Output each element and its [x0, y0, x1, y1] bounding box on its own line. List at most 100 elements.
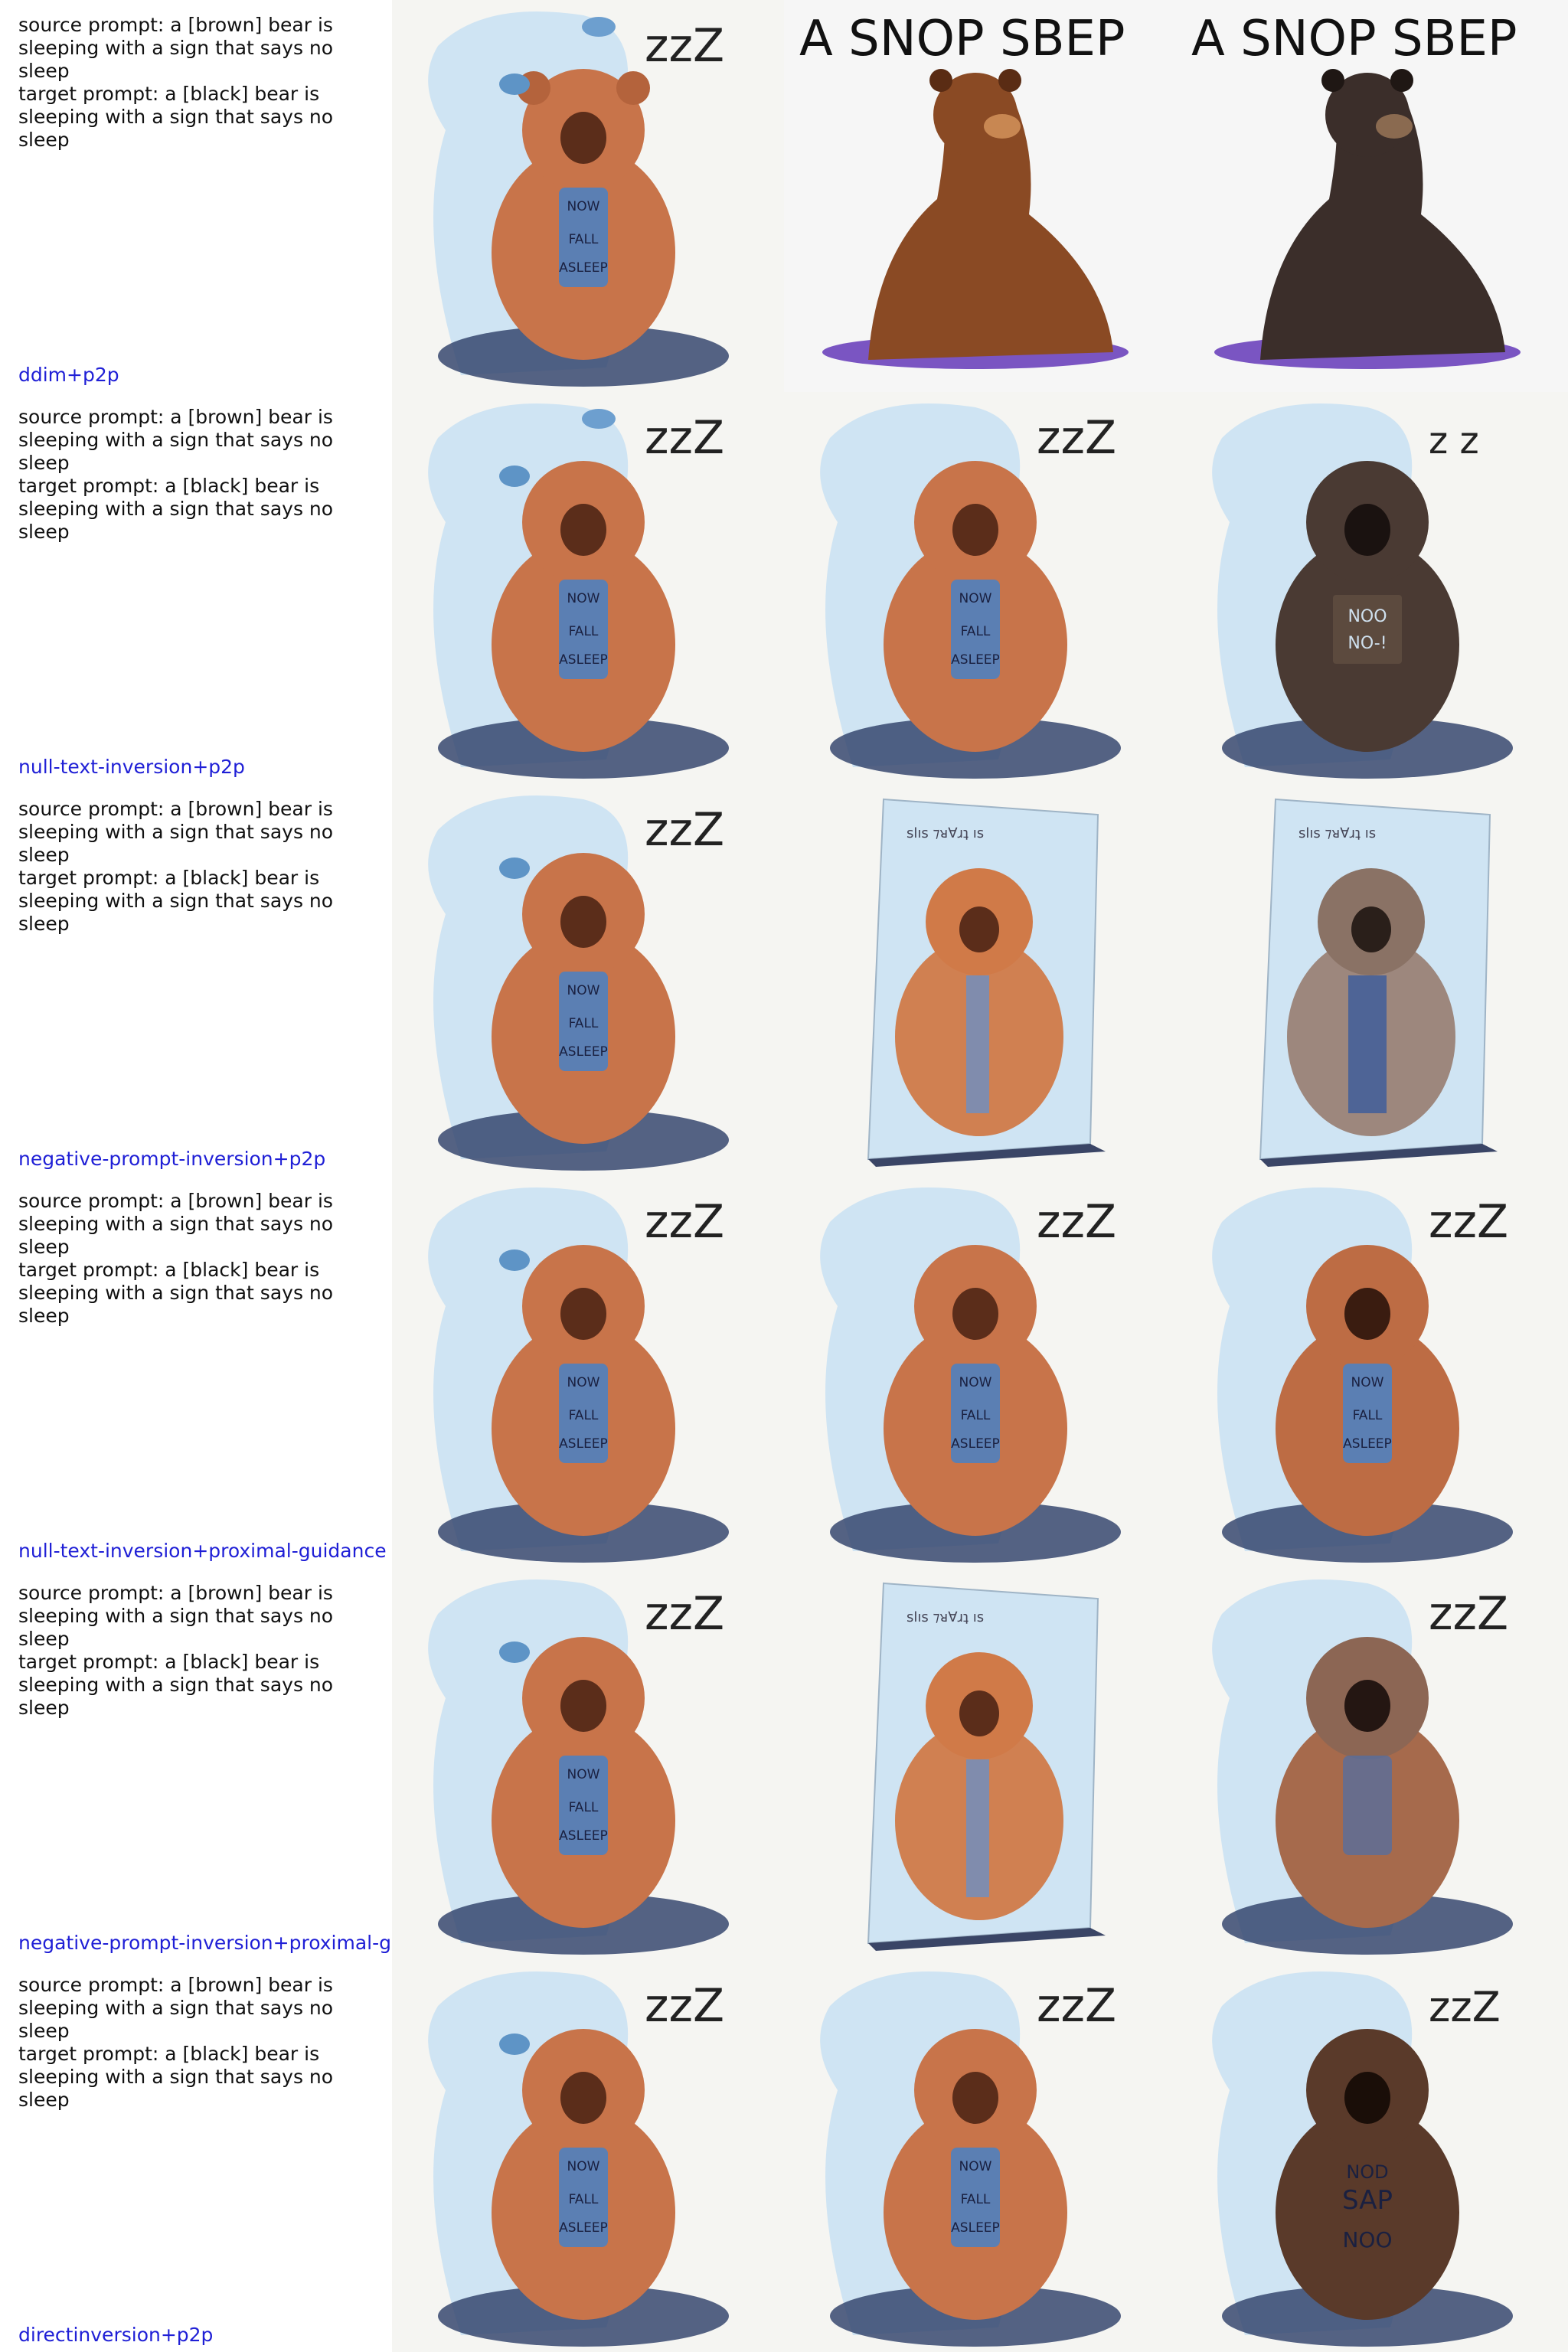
comparison-grid: source prompt: a [brown] bear is sleepin… [0, 0, 1568, 2352]
svg-text:NOW: NOW [567, 1375, 600, 1390]
row-directinversion-p2p: source prompt: a [brown] bear is sleepin… [0, 1960, 1568, 2352]
row-null-text-inversion-proximal-guidance: source prompt: a [brown] bear is sleepin… [0, 1176, 1568, 1568]
source-image: NOW FALL ASLEEP zzZ [392, 784, 784, 1176]
svg-text:NOW: NOW [567, 1767, 600, 1782]
sign-text: NOO [1348, 607, 1387, 626]
svg-text:NO-!: NO-! [1348, 634, 1387, 653]
svg-text:ASLEEP: ASLEEP [559, 2220, 608, 2236]
row-ddim-p2p: source prompt: a [brown] bear is sleepin… [0, 0, 1568, 392]
edited-image: zzZ [1176, 1568, 1568, 1960]
svg-text:NOO: NOO [1342, 2227, 1392, 2252]
svg-text:ASLEEP: ASLEEP [559, 652, 608, 668]
svg-text:NOW: NOW [567, 983, 600, 998]
source-image: NOW FALL ASLEEP zzZ [392, 1176, 784, 1568]
zzz-icon: zzZ [645, 411, 724, 465]
svg-text:zzZ: zzZ [1037, 411, 1116, 465]
edited-image: A SNOP SBEP [1176, 0, 1568, 392]
svg-text:NOW: NOW [567, 2159, 600, 2174]
source-image: NOW FALL ASLEEP zzZ [392, 0, 784, 392]
svg-text:FALL: FALL [1353, 1408, 1383, 1423]
bird-icon [499, 74, 530, 95]
source-image: NOW FALL ASLEEP zzZ [392, 1960, 784, 2352]
svg-text:FALL: FALL [569, 624, 599, 639]
svg-text:zzZ: zzZ [1037, 1195, 1116, 1249]
edited-image: NOO NO-! z z [1176, 392, 1568, 784]
row-null-text-inversion-p2p: source prompt: a [brown] bear is sleepin… [0, 392, 1568, 784]
zzz-icon: zzZ [645, 19, 724, 73]
svg-text:ASLEEP: ASLEEP [951, 2220, 1000, 2236]
svg-text:ASLEEP: ASLEEP [559, 1436, 608, 1452]
sign-text: NOW [567, 199, 600, 214]
svg-text:slıs ⁊ᴚ∀ɹʇ ıs: slıs ⁊ᴚ∀ɹʇ ıs [906, 1609, 984, 1625]
svg-text:NOW: NOW [959, 2159, 992, 2174]
row-label: source prompt: a [brown] bear is sleepin… [0, 392, 392, 784]
cloud-icon [582, 17, 616, 37]
svg-text:zzZ: zzZ [1429, 1587, 1508, 1641]
edited-image: NOW FALL ASLEEP zzZ [1176, 1176, 1568, 1568]
reconstruction-image: NOW FALL ASLEEP zzZ [784, 1176, 1176, 1568]
svg-text:zzZ: zzZ [645, 803, 724, 857]
svg-text:SAP: SAP [1342, 2185, 1393, 2216]
prompt-text: source prompt: a [brown] bear is sleepin… [18, 14, 334, 151]
svg-text:zzZ: zzZ [1037, 1979, 1116, 2033]
svg-text:zzZ: zzZ [1429, 1195, 1508, 1249]
svg-text:zzZ: zzZ [1429, 1983, 1501, 2031]
cloud-icon [582, 409, 616, 429]
method-label: null-text-inversion+p2p [18, 756, 245, 778]
row-negative-prompt-inversion-proximal-guidance: source prompt: a [brown] bear is sleepin… [0, 1568, 1568, 1960]
svg-text:NOW: NOW [959, 591, 992, 606]
svg-text:FALL: FALL [961, 624, 991, 639]
row-label: source prompt: a [brown] bear is sleepin… [0, 1960, 392, 2352]
svg-text:FALL: FALL [569, 1408, 599, 1423]
method-label: ddim+p2p [18, 364, 119, 386]
svg-text:z z: z z [1429, 420, 1479, 462]
banner-text: A SNOP SBEP [799, 11, 1125, 67]
source-image: NOW FALL ASLEEP zzZ [392, 392, 784, 784]
svg-text:NOW: NOW [567, 591, 600, 606]
method-label: directinversion+p2p [18, 2324, 214, 2346]
svg-text:FALL: FALL [569, 1016, 599, 1031]
reconstruction-image: NOW FALL ASLEEP zzZ [784, 392, 1176, 784]
bird-icon [499, 466, 530, 487]
prompt-text: source prompt: a [brown] bear is sleepin… [18, 406, 334, 543]
row-label: source prompt: a [brown] bear is sleepin… [0, 1568, 392, 1960]
svg-text:ASLEEP: ASLEEP [951, 1436, 1000, 1452]
prompt-text: source prompt: a [brown] bear is sleepin… [18, 1190, 334, 1327]
svg-text:zzZ: zzZ [645, 1979, 724, 2033]
svg-text:zzZ: zzZ [645, 1195, 724, 1249]
sign-text: NOD [1346, 2161, 1388, 2183]
method-label: null-text-inversion+proximal-guidance [18, 1540, 387, 1562]
method-label: negative-prompt-inversion+p2p [18, 1148, 326, 1170]
method-label: negative-prompt-inversion+proximal-g [18, 1932, 391, 1954]
row-label: source prompt: a [brown] bear is sleepin… [0, 784, 392, 1176]
svg-text:ASLEEP: ASLEEP [1343, 1436, 1392, 1452]
source-image: NOW FALL ASLEEP zzZ [392, 1568, 784, 1960]
svg-text:ASLEEP: ASLEEP [559, 260, 608, 276]
prompt-text: source prompt: a [brown] bear is sleepin… [18, 1974, 334, 2111]
prompt-text: source prompt: a [brown] bear is sleepin… [18, 798, 334, 935]
reconstruction-image: slıs ⁊ᴚ∀ɹʇ ıs [784, 784, 1176, 1176]
svg-text:ASLEEP: ASLEEP [951, 652, 1000, 668]
svg-text:NOW: NOW [1351, 1375, 1384, 1390]
svg-text:zzZ: zzZ [645, 1587, 724, 1641]
edited-image: slıs ⁊ᴚ∀ɹʇ ıs [1176, 784, 1568, 1176]
svg-text:FALL: FALL [569, 1800, 599, 1815]
reconstruction-image: A SNOP SBEP [784, 0, 1176, 392]
banner-text: A SNOP SBEP [1191, 11, 1517, 67]
prompt-text: source prompt: a [brown] bear is sleepin… [18, 1582, 334, 1719]
reconstruction-image: NOW FALL ASLEEP zzZ [784, 1960, 1176, 2352]
svg-text:ASLEEP: ASLEEP [559, 1828, 608, 1844]
svg-text:ASLEEP: ASLEEP [559, 1044, 608, 1060]
svg-text:NOW: NOW [959, 1375, 992, 1390]
canvas-caption: slıs ⁊ᴚ∀ɹʇ ıs [906, 825, 984, 841]
row-label: source prompt: a [brown] bear is sleepin… [0, 0, 392, 392]
row-label: source prompt: a [brown] bear is sleepin… [0, 1176, 392, 1568]
svg-text:slıs ⁊ᴚ∀ɹʇ ıs: slıs ⁊ᴚ∀ɹʇ ıs [1298, 825, 1376, 841]
reconstruction-image: slıs ⁊ᴚ∀ɹʇ ıs [784, 1568, 1176, 1960]
edited-image: NOD SAP NOO zzZ [1176, 1960, 1568, 2352]
svg-text:FALL: FALL [569, 2192, 599, 2207]
row-negative-prompt-inversion-p2p: source prompt: a [brown] bear is sleepin… [0, 784, 1568, 1176]
svg-text:FALL: FALL [961, 1408, 991, 1423]
svg-text:FALL: FALL [569, 232, 599, 247]
svg-text:FALL: FALL [961, 2192, 991, 2207]
